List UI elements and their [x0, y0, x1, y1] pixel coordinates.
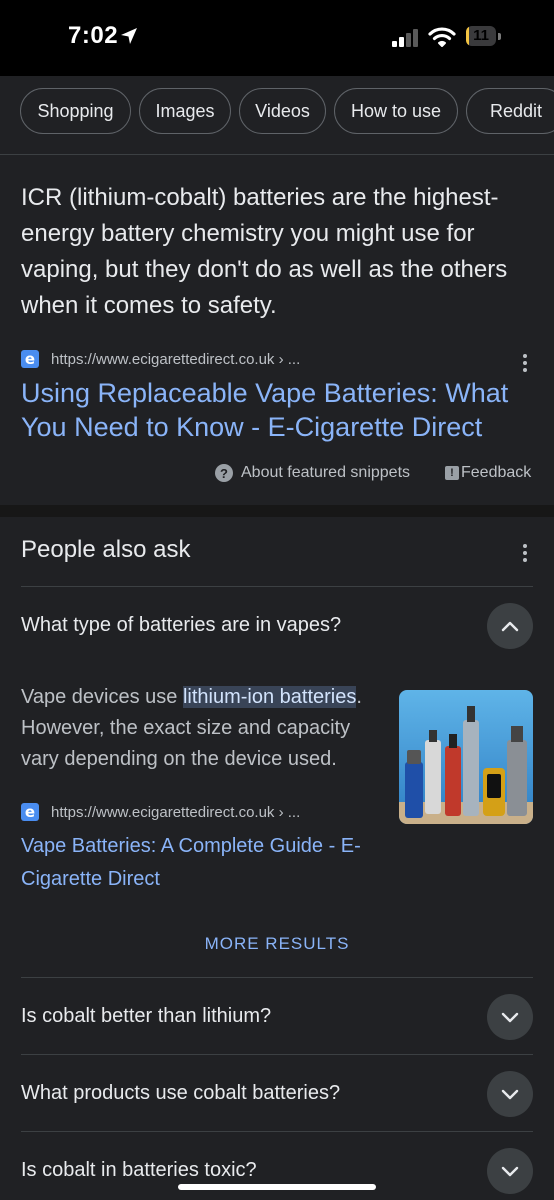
- chip-videos[interactable]: Videos: [239, 88, 326, 134]
- divider: [21, 1054, 533, 1055]
- collapse-button[interactable]: [487, 603, 533, 649]
- question-expanded[interactable]: What type of batteries are in vapes?: [21, 614, 341, 637]
- divider: [21, 586, 533, 587]
- chip-shopping[interactable]: Shopping: [20, 88, 131, 134]
- expand-button[interactable]: [487, 1071, 533, 1117]
- answer-result-link[interactable]: Vape Batteries: A Complete Guide - E-Cig…: [21, 830, 391, 896]
- answer-thumbnail-image[interactable]: [399, 690, 533, 824]
- chip-how-to-use[interactable]: How to use: [334, 88, 458, 134]
- answer-part: Vape devices use: [21, 686, 183, 708]
- about-featured-snippets[interactable]: ? About featured snippets: [215, 464, 410, 482]
- chevron-down-icon: [501, 1166, 519, 1177]
- featured-result-link[interactable]: Using Replaceable Vape Batteries: What Y…: [21, 376, 541, 444]
- feedback-button[interactable]: ! Feedback: [445, 464, 531, 482]
- site-favicon-icon: e: [21, 803, 39, 821]
- location-arrow-icon: [121, 28, 137, 44]
- battery-indicator: 11: [466, 26, 502, 48]
- section-separator: [0, 505, 554, 517]
- divider: [21, 1131, 533, 1132]
- feedback-label: Feedback: [461, 464, 532, 481]
- chevron-down-icon: [501, 1012, 519, 1023]
- cellular-signal-icon: [392, 29, 418, 47]
- paa-more-options-icon[interactable]: [522, 544, 528, 565]
- status-bar: 7:02 11: [0, 0, 554, 76]
- question-item[interactable]: What products use cobalt batteries?: [21, 1082, 340, 1105]
- answer-text: Vape devices use lithium-ion batteries. …: [21, 682, 391, 775]
- people-also-ask-heading: People also ask: [21, 536, 191, 563]
- chip-images[interactable]: Images: [139, 88, 231, 134]
- expand-button[interactable]: [487, 1148, 533, 1194]
- divider: [21, 977, 533, 978]
- home-indicator[interactable]: [178, 1184, 376, 1190]
- feedback-icon: !: [445, 466, 459, 480]
- about-label: About featured snippets: [241, 464, 411, 481]
- more-results-button[interactable]: MORE RESULTS: [0, 934, 554, 954]
- chip-reddit[interactable]: Reddit: [466, 88, 554, 134]
- wifi-icon: [428, 27, 456, 47]
- expand-button[interactable]: [487, 994, 533, 1040]
- battery-percent: 11: [473, 27, 489, 44]
- answer-highlight: lithium-ion batteries: [182, 686, 357, 708]
- chevron-down-icon: [501, 1089, 519, 1100]
- clock: 7:02: [68, 22, 119, 49]
- source-url[interactable]: https://www.ecigarettedirect.co.uk › ...: [51, 351, 300, 368]
- answer-source-url[interactable]: https://www.ecigarettedirect.co.uk › ...: [51, 804, 300, 821]
- divider: [0, 154, 554, 155]
- question-item[interactable]: Is cobalt better than lithium?: [21, 1005, 271, 1028]
- site-favicon-icon: e: [21, 350, 39, 368]
- question-item[interactable]: Is cobalt in batteries toxic?: [21, 1159, 257, 1182]
- more-options-icon[interactable]: [522, 354, 528, 375]
- help-icon: ?: [215, 464, 233, 482]
- featured-snippet-text: ICR (lithium-cobalt) batteries are the h…: [21, 184, 508, 319]
- chevron-up-icon: [501, 621, 519, 632]
- search-filter-chips: Shopping Images Videos How to use Reddit: [0, 76, 554, 148]
